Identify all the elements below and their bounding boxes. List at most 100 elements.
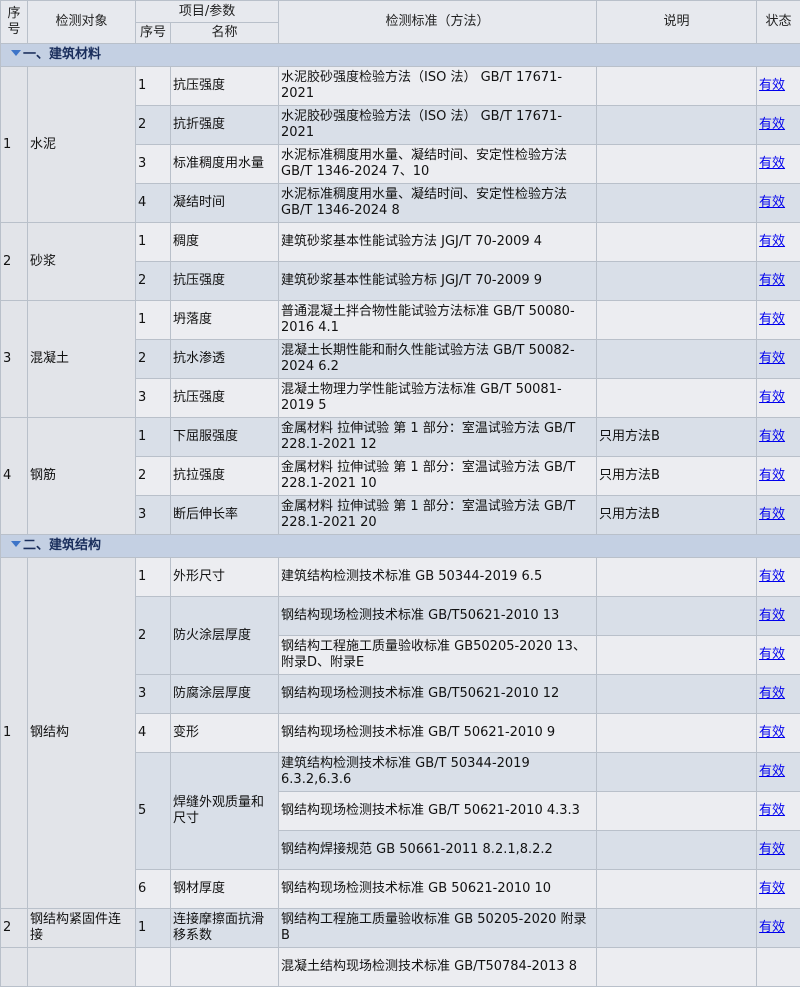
section-title: 一、建筑材料 [23,47,101,62]
item-seq: 2 [136,597,171,675]
note-cell [597,597,757,636]
status-link[interactable]: 有效 [759,881,785,896]
collapse-triangle-icon[interactable] [11,541,21,547]
object-name: 水泥 [28,67,136,223]
standard-method: 建筑砂浆基本性能试验方法 JGJ/T 70-2009 4 [279,223,597,262]
item-seq: 1 [136,301,171,340]
object-name: 钢结构紧固件连接 [28,909,136,948]
item-seq: 3 [136,496,171,535]
status-link[interactable]: 有效 [759,803,785,818]
standard-method: 钢结构现场检测技术标准 GB/T50621-2010 12 [279,675,597,714]
note-cell [597,262,757,301]
item-seq [136,948,171,987]
item-seq: 3 [136,145,171,184]
standard-method: 建筑结构检测技术标准 GB 50344-2019 6.5 [279,558,597,597]
item-name: 焊缝外观质量和尺寸 [171,753,279,870]
standard-method: 金属材料 拉伸试验 第 1 部分：室温试验方法 GB/T 228.1-2021 … [279,418,597,457]
status-link[interactable]: 有效 [759,507,785,522]
note-cell [597,379,757,418]
standard-method: 钢结构现场检测技术标准 GB/T 50621-2010 4.3.3 [279,792,597,831]
section-header[interactable]: 一、建筑材料 [1,44,800,67]
note-cell [597,831,757,870]
item-name: 凝结时间 [171,184,279,223]
note-cell [597,340,757,379]
item-name: 防火涂层厚度 [171,597,279,675]
status-link[interactable]: 有效 [759,351,785,366]
item-seq: 1 [136,67,171,106]
standard-method: 金属材料 拉伸试验 第 1 部分：室温试验方法 GB/T 228.1-2021 … [279,457,597,496]
section-header[interactable]: 二、建筑结构 [1,535,800,558]
status-link[interactable]: 有效 [759,647,785,662]
status-cell [757,948,800,987]
item-seq: 2 [136,340,171,379]
note-cell: 只用方法B [597,496,757,535]
note-cell [597,714,757,753]
item-name: 标准稠度用水量 [171,145,279,184]
status-link[interactable]: 有效 [759,234,785,249]
status-link[interactable]: 有效 [759,686,785,701]
standard-method: 钢结构现场检测技术标准 GB/T 50621-2010 9 [279,714,597,753]
item-name: 抗压强度 [171,379,279,418]
table-row: 1水泥1抗压强度水泥胶砂强度检验方法（ISO 法） GB/T 17671-202… [1,67,800,106]
status-link[interactable]: 有效 [759,468,785,483]
object-seq [1,948,28,987]
standards-table: 序号 检测对象 项目/参数 检测标准（方法） 说明 状态 序号 名称 一、建筑材… [0,0,800,987]
collapse-triangle-icon[interactable] [11,50,21,56]
item-name: 稠度 [171,223,279,262]
status-link[interactable]: 有效 [759,725,785,740]
status-link[interactable]: 有效 [759,156,785,171]
item-seq: 4 [136,184,171,223]
item-name [171,948,279,987]
item-name: 抗折强度 [171,106,279,145]
note-cell [597,636,757,675]
note-cell [597,753,757,792]
status-link[interactable]: 有效 [759,312,785,327]
status-cell: 有效 [757,496,800,535]
standard-method: 建筑砂浆基本性能试验方标 JGJ/T 70-2009 9 [279,262,597,301]
status-cell: 有效 [757,223,800,262]
header-row-1: 序号 检测对象 项目/参数 检测标准（方法） 说明 状态 [1,1,800,23]
item-name: 下屈服强度 [171,418,279,457]
header-seq: 序号 [1,1,28,44]
status-link[interactable]: 有效 [759,764,785,779]
standard-method: 水泥标准稠度用水量、凝结时间、安定性检验方法 GB/T 1346-2024 8 [279,184,597,223]
status-cell: 有效 [757,558,800,597]
status-link[interactable]: 有效 [759,920,785,935]
header-params: 项目/参数 [136,1,279,23]
status-link[interactable]: 有效 [759,390,785,405]
object-seq: 4 [1,418,28,535]
item-name: 坍落度 [171,301,279,340]
status-cell: 有效 [757,753,800,792]
status-cell: 有效 [757,301,800,340]
item-seq: 5 [136,753,171,870]
status-link[interactable]: 有效 [759,842,785,857]
standard-method: 水泥胶砂强度检验方法（ISO 法） GB/T 17671-2021 [279,106,597,145]
status-link[interactable]: 有效 [759,429,785,444]
standard-method: 建筑结构检测技术标准 GB/T 50344-2019 6.3.2,6.3.6 [279,753,597,792]
status-link[interactable]: 有效 [759,195,785,210]
table-body: 一、建筑材料1水泥1抗压强度水泥胶砂强度检验方法（ISO 法） GB/T 176… [1,44,800,987]
status-cell: 有效 [757,457,800,496]
status-link[interactable]: 有效 [759,608,785,623]
status-cell: 有效 [757,636,800,675]
item-name: 抗压强度 [171,67,279,106]
status-link[interactable]: 有效 [759,273,785,288]
status-link[interactable]: 有效 [759,569,785,584]
object-name: 钢结构 [28,558,136,909]
object-seq: 3 [1,301,28,418]
object-seq: 1 [1,67,28,223]
status-link[interactable]: 有效 [759,117,785,132]
item-seq: 1 [136,418,171,457]
status-link[interactable]: 有效 [759,78,785,93]
object-name: 混凝土 [28,301,136,418]
standard-method: 钢结构现场检测技术标准 GB 50621-2010 10 [279,870,597,909]
note-cell [597,106,757,145]
object-name [28,948,136,987]
note-cell [597,67,757,106]
section-row: 二、建筑结构 [1,535,800,558]
standard-method: 钢结构现场检测技术标准 GB/T50621-2010 13 [279,597,597,636]
header-standard: 检测标准（方法） [279,1,597,44]
status-cell: 有效 [757,145,800,184]
note-cell [597,145,757,184]
status-cell: 有效 [757,262,800,301]
